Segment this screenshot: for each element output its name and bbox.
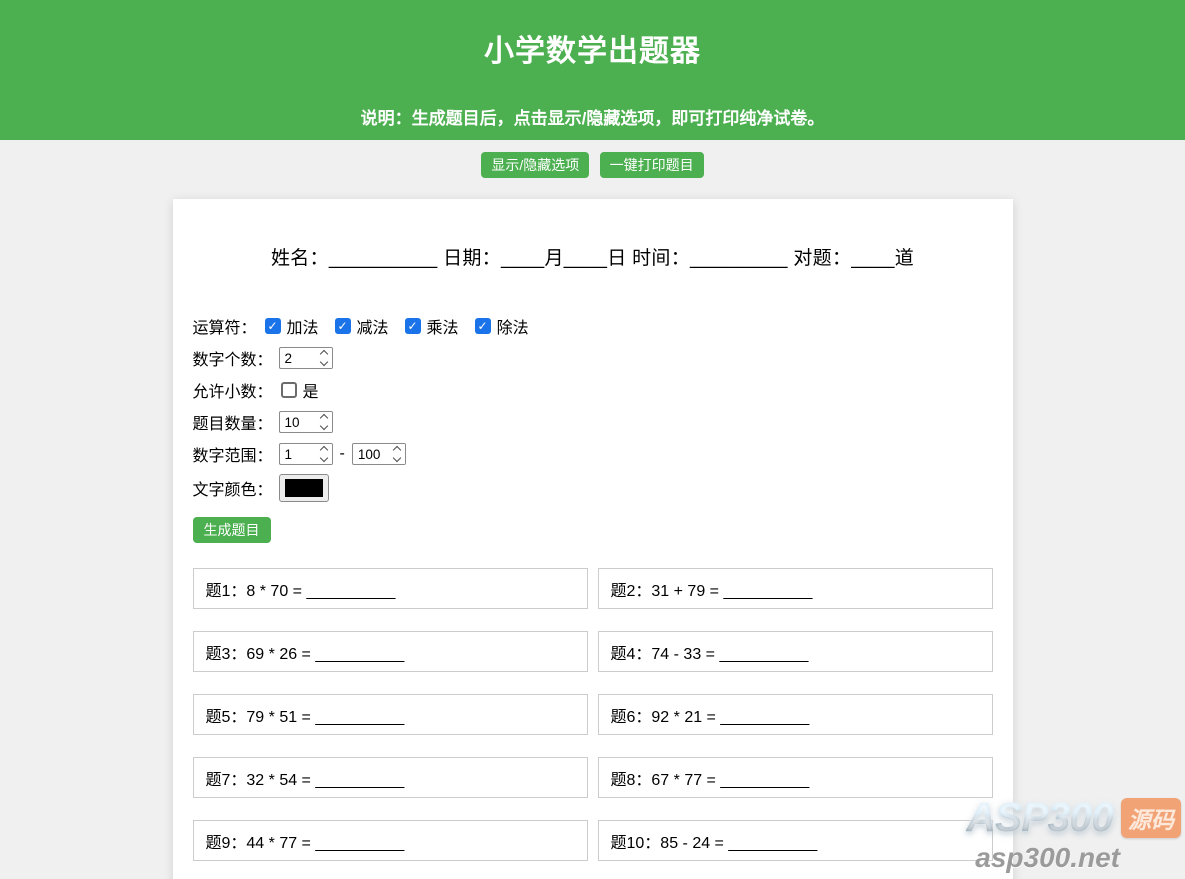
- range-max-spinner[interactable]: [389, 444, 405, 464]
- header-banner: 小学数学出题器 说明：生成题目后，点击显示/隐藏选项，即可打印纯净试卷。: [0, 0, 1185, 140]
- range-max-value: 100: [357, 446, 381, 462]
- checkbox-division[interactable]: [474, 318, 491, 334]
- decimals-label: 允许小数：: [192, 384, 273, 401]
- question-box-1: 题1：8 * 70 = __________: [192, 568, 588, 609]
- options-panel: 运算符： 加法 减法 乘法 除法 数字个数： 2 允许小数： 是 题目数量：: [192, 314, 993, 543]
- count-row: 题目数量： 10: [193, 410, 993, 434]
- worksheet-info-line: 姓名：__________ 日期：____月____日 时间：_________…: [270, 248, 915, 269]
- operators-label: 运算符：: [192, 320, 257, 337]
- digits-input[interactable]: 2: [278, 347, 333, 369]
- chevron-down-icon[interactable]: [319, 453, 329, 463]
- digits-row: 数字个数： 2: [193, 346, 993, 370]
- range-min-spinner[interactable]: [316, 444, 332, 464]
- question-box-4: 题4：74 - 33 = __________: [597, 631, 993, 672]
- questions-grid: 题1：8 * 70 = __________ 题2：31 + 79 = ____…: [192, 568, 993, 861]
- text-color-row: 文字颜色：: [193, 474, 993, 502]
- print-button[interactable]: 一键打印题目: [599, 152, 704, 178]
- question-box-7: 题7：32 * 54 = __________: [192, 757, 588, 798]
- color-swatch: [284, 479, 323, 497]
- chevron-down-icon[interactable]: [319, 421, 329, 431]
- toolbar: 显示/隐藏选项 一键打印题目: [0, 152, 1185, 178]
- text-color-label: 文字颜色：: [192, 482, 273, 499]
- operators-row: 运算符： 加法 减法 乘法 除法: [193, 314, 993, 338]
- operator-label-division: 除法: [496, 320, 529, 337]
- digits-spinner[interactable]: [316, 348, 332, 368]
- range-separator: -: [339, 445, 345, 462]
- count-spinner[interactable]: [316, 412, 332, 432]
- checkbox-addition[interactable]: [264, 318, 281, 334]
- question-box-9: 题9：44 * 77 = __________: [192, 820, 588, 861]
- checkbox-subtraction[interactable]: [334, 318, 351, 334]
- operator-label-multiplication: 乘法: [426, 320, 459, 337]
- decimals-option-label: 是: [302, 384, 319, 401]
- question-box-5: 题5：79 * 51 = __________: [192, 694, 588, 735]
- toggle-options-button[interactable]: 显示/隐藏选项: [481, 152, 590, 178]
- count-label: 题目数量：: [192, 416, 273, 433]
- checkbox-multiplication[interactable]: [404, 318, 421, 334]
- worksheet-card: 姓名：__________ 日期：____月____日 时间：_________…: [172, 199, 1013, 879]
- question-box-2: 题2：31 + 79 = __________: [597, 568, 993, 609]
- operator-label-subtraction: 减法: [356, 320, 389, 337]
- question-box-8: 题8：67 * 77 = __________: [597, 757, 993, 798]
- range-min-input[interactable]: 1: [278, 443, 333, 465]
- page-title: 小学数学出题器: [484, 35, 701, 68]
- generate-questions-button[interactable]: 生成题目: [192, 517, 271, 543]
- operator-label-addition: 加法: [286, 320, 319, 337]
- count-input[interactable]: 10: [278, 411, 333, 433]
- page-subtitle: 说明：生成题目后，点击显示/隐藏选项，即可打印纯净试卷。: [360, 109, 825, 128]
- digits-value: 2: [284, 350, 293, 366]
- question-box-10: 题10：85 - 24 = __________: [597, 820, 993, 861]
- decimals-row: 允许小数： 是: [193, 378, 993, 402]
- range-row: 数字范围： 1 - 100: [193, 442, 993, 466]
- text-color-picker[interactable]: [278, 474, 329, 502]
- range-label: 数字范围：: [192, 448, 273, 465]
- checkbox-allow-decimals[interactable]: [280, 382, 297, 398]
- digits-label: 数字个数：: [192, 352, 273, 369]
- question-box-3: 题3：69 * 26 = __________: [192, 631, 588, 672]
- count-value: 10: [284, 414, 300, 430]
- chevron-down-icon[interactable]: [393, 453, 402, 463]
- source-badge: 源码: [1121, 797, 1181, 838]
- question-box-6: 题6：92 * 21 = __________: [597, 694, 993, 735]
- chevron-up-icon[interactable]: [393, 445, 402, 455]
- range-max-input[interactable]: 100: [351, 443, 406, 465]
- range-min-value: 1: [284, 446, 293, 462]
- chevron-down-icon[interactable]: [319, 357, 329, 367]
